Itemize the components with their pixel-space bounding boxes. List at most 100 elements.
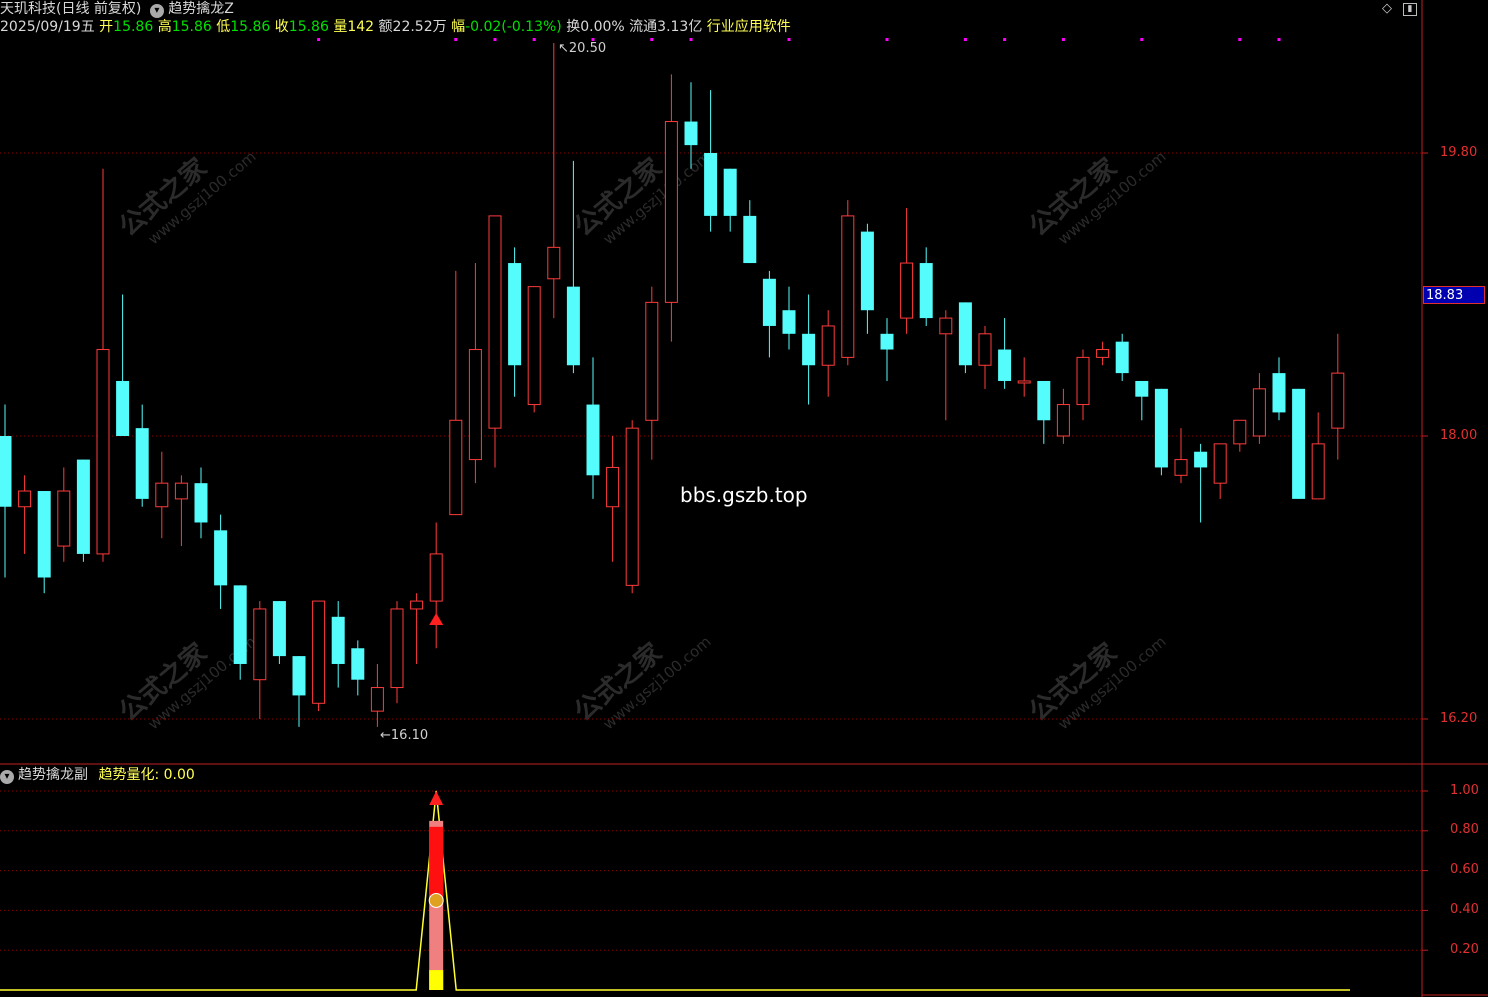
- candle-body: [0, 436, 12, 507]
- candle-body: [782, 310, 796, 334]
- candle-body: [214, 530, 228, 586]
- signal-dot: [1140, 38, 1144, 41]
- candle-body: [998, 349, 1012, 381]
- signal-dot: [1003, 38, 1007, 41]
- candle-body: [1194, 451, 1208, 468]
- candle-body: [684, 121, 698, 146]
- sub-indicator-header: ▾ 趋势擒龙副 趋势量化: 0.00: [0, 766, 195, 784]
- sub-label-0-20: 0.20: [1450, 942, 1479, 957]
- candle-body: [1154, 388, 1168, 468]
- signal-dot: [454, 38, 458, 41]
- candle-body: [1233, 419, 1247, 445]
- signal-dot: [963, 38, 967, 41]
- candle-body: [194, 483, 208, 523]
- candle-body: [1272, 373, 1286, 413]
- candle-body: [468, 349, 482, 461]
- sub-series-value: 0.00: [163, 767, 195, 783]
- candle-body: [547, 246, 561, 280]
- candle-body: [488, 215, 502, 429]
- candle-body: [958, 302, 972, 366]
- sub-signal-triangle: [429, 791, 444, 805]
- candle-body: [821, 325, 835, 366]
- candle-body: [1311, 443, 1325, 500]
- candle-body: [1115, 341, 1129, 374]
- signal-dot: [1061, 38, 1065, 41]
- candle-body: [508, 263, 522, 366]
- signal-dot: [885, 38, 889, 41]
- candle-body: [390, 608, 404, 689]
- trend-bar-yellow: [429, 970, 444, 990]
- candle-body: [762, 278, 776, 326]
- candle-body: [272, 601, 286, 657]
- candle-body: [1213, 443, 1227, 484]
- candle-body: [155, 482, 169, 508]
- sub-label-0-60: 0.60: [1450, 862, 1479, 877]
- sub-label-0-80: 0.80: [1450, 822, 1479, 837]
- candle-body: [978, 333, 992, 366]
- candle-body: [116, 380, 130, 436]
- trend-quant-line: [0, 790, 1350, 991]
- trend-bar-red: [429, 826, 444, 901]
- candle-body: [880, 333, 894, 350]
- candle-body: [174, 482, 188, 500]
- candle-body: [96, 349, 110, 555]
- candle-body: [586, 404, 600, 476]
- candle-body: [76, 459, 90, 554]
- candle-body: [566, 286, 580, 366]
- high-price-annotation: ↖20.50: [558, 41, 607, 56]
- sub-indicator-title[interactable]: 趋势擒龙副: [18, 767, 88, 783]
- candle-body: [331, 616, 345, 664]
- candle-body: [743, 215, 757, 264]
- candle-body: [292, 656, 306, 696]
- candle-body: [18, 490, 32, 508]
- candle-body: [312, 600, 326, 704]
- candle-body: [135, 428, 149, 499]
- high-price-value: 20.50: [568, 41, 607, 56]
- candle-body: [1056, 404, 1070, 437]
- candle-body: [527, 286, 541, 406]
- candle-body: [802, 333, 816, 366]
- candle-body: [1252, 388, 1266, 437]
- candle-body: [1017, 380, 1031, 384]
- candle-body: [429, 553, 443, 602]
- current-price-tag: 18.83: [1423, 286, 1485, 304]
- candle-body: [1037, 380, 1051, 421]
- low-price-annotation: ←16.10: [380, 728, 429, 743]
- candle-body: [860, 231, 874, 311]
- money-bag-icon: [428, 892, 444, 908]
- candle-body: [1292, 388, 1306, 499]
- candle-body: [410, 600, 424, 610]
- signal-dot: [1238, 38, 1242, 41]
- candle-body: [1096, 349, 1110, 358]
- candle-body: [1076, 356, 1090, 406]
- candle-body: [370, 687, 384, 712]
- low-price-value: 16.10: [390, 728, 429, 743]
- candle-body: [625, 427, 639, 586]
- candle-body: [1331, 372, 1345, 429]
- signal-dot: [493, 38, 497, 41]
- candle-body: [37, 491, 51, 578]
- candle-body: [900, 262, 914, 319]
- candle-body: [1135, 380, 1149, 397]
- sub-label-0-40: 0.40: [1450, 902, 1479, 917]
- candle-body: [449, 419, 463, 516]
- candle-body: [57, 490, 71, 547]
- sub-label-1-00: 1.00: [1450, 783, 1479, 798]
- candle-body: [253, 608, 267, 681]
- signal-dot: [650, 38, 654, 41]
- site-text: bbs.gszb.top: [680, 483, 808, 507]
- candle-body: [606, 466, 620, 508]
- price-label-19-80: 19.80: [1440, 145, 1478, 160]
- candle-body: [351, 648, 365, 680]
- candle-body: [664, 121, 678, 303]
- sub-dropdown-icon[interactable]: ▾: [0, 770, 14, 784]
- candle-body: [841, 215, 855, 358]
- price-label-16-20: 16.20: [1440, 711, 1478, 726]
- stock-chart-window: 天玑科技(日线 前复权) ▾ 趋势擒龙Z ◇ ▮ 2025/09/19五 开15…: [0, 0, 1488, 997]
- buy-signal-triangle: [429, 613, 444, 625]
- candle-body: [723, 168, 737, 216]
- candle-body: [919, 263, 933, 319]
- sub-series-label: 趋势量化:: [98, 767, 160, 783]
- signal-dot: [787, 38, 791, 41]
- candle-body: [1174, 459, 1188, 476]
